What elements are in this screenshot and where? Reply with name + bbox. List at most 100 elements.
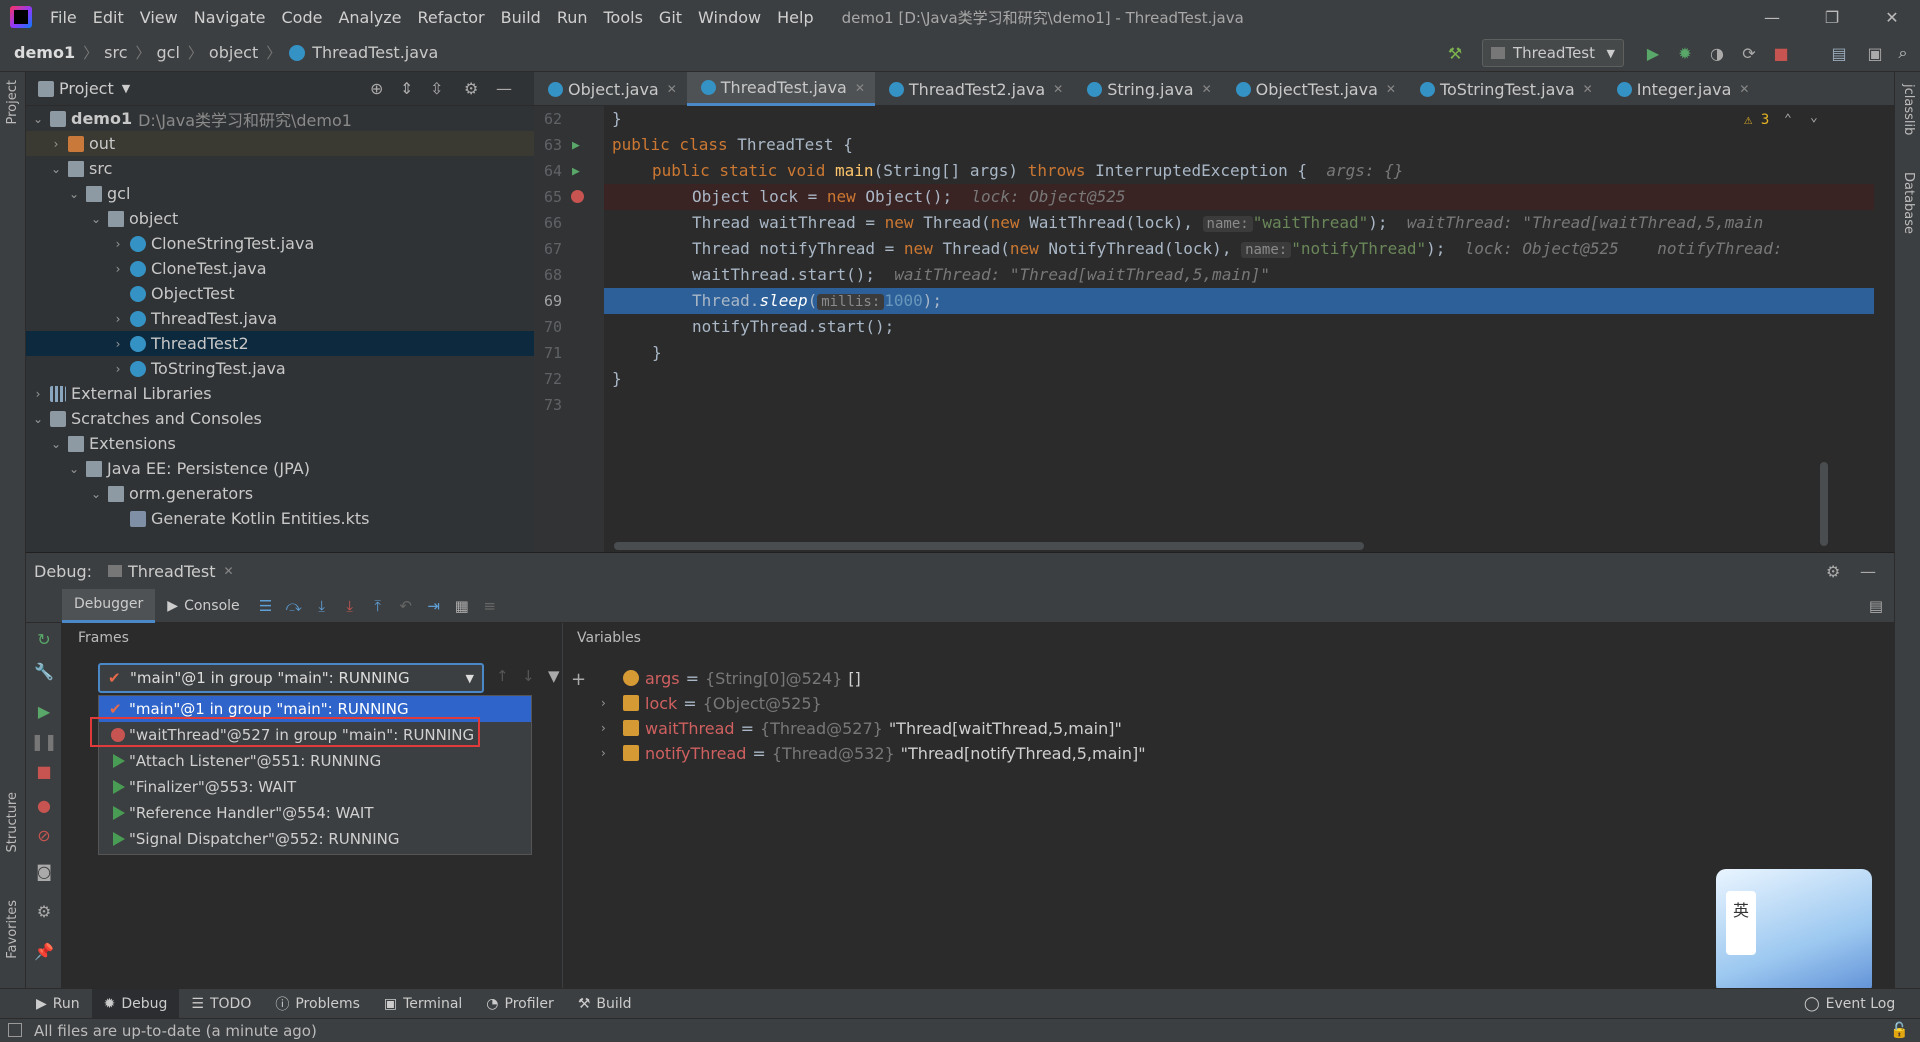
hide-panel-icon[interactable]: — (1860, 562, 1876, 581)
menu-window[interactable]: Window (690, 8, 769, 27)
gear-icon[interactable]: ⚙ (464, 79, 478, 98)
chevron-down-icon[interactable]: ⌄ (30, 112, 46, 126)
breadcrumb-gcl[interactable]: gcl (151, 43, 180, 62)
tree-item-tostringtest[interactable]: › ToStringTest.java (26, 356, 534, 381)
chevron-right-icon[interactable]: › (110, 312, 126, 326)
debug-session-tab[interactable]: ThreadTest (128, 562, 215, 581)
tab-object-java[interactable]: Object.java ✕ (534, 72, 687, 106)
evaluate-expression-icon[interactable]: ▦ (448, 592, 476, 620)
tree-item-threadtest[interactable]: › ThreadTest.java (26, 306, 534, 331)
horizontal-scrollbar[interactable] (614, 542, 1364, 550)
warning-icon[interactable]: ⚠ 3 (1744, 112, 1769, 128)
tree-item-clonetest[interactable]: › CloneTest.java (26, 256, 534, 281)
step-out-icon[interactable]: ⤒ (364, 592, 392, 620)
close-tab-icon[interactable]: ✕ (1202, 82, 1212, 96)
rerun-icon[interactable]: ↻ (30, 625, 58, 653)
variable-row[interactable]: › notifyThread = {Thread@532} "Thread[notify… (601, 740, 1146, 766)
breakpoint-icon[interactable] (571, 190, 584, 203)
debug-bug-icon[interactable]: ✹ (1674, 42, 1696, 64)
restore-icon[interactable]: ❐ (1802, 0, 1862, 34)
view-breakpoints-icon[interactable]: ● (30, 791, 58, 819)
tree-item-objecttest[interactable]: ObjectTest (26, 281, 534, 306)
menu-view[interactable]: View (132, 8, 186, 27)
ide-window-icon[interactable]: ▣ (1864, 42, 1886, 64)
breadcrumb-project[interactable]: demo1 (0, 43, 75, 62)
tool-tab-build[interactable]: ⚒ Build (566, 989, 644, 1019)
tree-item-scratches[interactable]: ⌄ Scratches and Consoles (26, 406, 534, 431)
tree-item-extensions[interactable]: ⌄ Extensions (26, 431, 534, 456)
add-watch-icon[interactable]: + (571, 669, 586, 690)
chevron-down-icon[interactable]: ▼ (122, 82, 130, 95)
ime-indicator[interactable]: 英 (1726, 891, 1756, 955)
close-tab-icon[interactable]: ✕ (223, 564, 233, 578)
jclasslib-tool-button[interactable]: jclasslib (1901, 84, 1916, 135)
tool-tab-profiler[interactable]: ◔ Profiler (474, 989, 566, 1019)
project-view-label[interactable]: Project (59, 79, 114, 98)
filter-icon[interactable]: ▼ (548, 667, 560, 685)
chevron-down-icon[interactable]: ⌄ (48, 437, 64, 451)
drop-frame-icon[interactable]: ↶ (392, 592, 420, 620)
run-to-cursor-icon[interactable]: ⇥ (420, 592, 448, 620)
variable-row[interactable]: › lock = {Object@525} (601, 690, 822, 716)
locate-icon[interactable]: ⊕ (370, 79, 383, 98)
chevron-right-icon[interactable]: › (601, 696, 606, 710)
project-structure-icon[interactable]: ▤ (1828, 42, 1850, 64)
tool-tab-todo[interactable]: ☰ TODO (179, 989, 263, 1019)
close-tab-icon[interactable]: ✕ (855, 81, 865, 95)
chevron-right-icon[interactable]: › (110, 337, 126, 351)
menu-refactor[interactable]: Refactor (410, 8, 493, 27)
menu-git[interactable]: Git (651, 8, 690, 27)
step-over-icon[interactable]: ⤼ (280, 592, 308, 620)
tab-console[interactable]: ▶ Console (155, 589, 251, 623)
chevron-right-icon[interactable]: › (601, 746, 606, 760)
menu-code[interactable]: Code (274, 8, 331, 27)
lock-icon[interactable]: 🔓 (1890, 1021, 1909, 1039)
breadcrumb-src[interactable]: src (98, 43, 127, 62)
stop-icon[interactable]: ■ (1770, 42, 1792, 64)
tree-item-external-libraries[interactable]: › External Libraries (26, 381, 534, 406)
step-into-icon[interactable]: ⤓ (308, 592, 336, 620)
code-editor[interactable]: 62 63 64 65 66 67 68 69 70 71 72 73 ▶ ▶ … (534, 106, 1894, 552)
coverage-icon[interactable]: ◑ (1706, 42, 1728, 64)
project-tool-button[interactable]: Project (5, 80, 20, 124)
tree-item-clonestringtest[interactable]: › CloneStringTest.java (26, 231, 534, 256)
tab-threadtest2-java[interactable]: ThreadTest2.java ✕ (875, 72, 1073, 106)
tree-item-out[interactable]: › out (26, 131, 534, 156)
tool-tab-debug[interactable]: ✹ Debug (91, 988, 180, 1019)
chevron-down-icon[interactable]: ⌄ (88, 487, 104, 501)
minimize-icon[interactable]: — (1742, 0, 1802, 34)
run-icon[interactable]: ▶ (1642, 42, 1664, 64)
close-tab-icon[interactable]: ✕ (1386, 82, 1396, 96)
menu-file[interactable]: File (42, 8, 85, 27)
tool-tab-terminal[interactable]: ▣ Terminal (372, 989, 474, 1019)
menu-navigate[interactable]: Navigate (186, 8, 274, 27)
close-icon[interactable]: ✕ (1862, 0, 1920, 34)
chevron-right-icon[interactable]: › (110, 262, 126, 276)
tree-item-threadtest2[interactable]: › ThreadTest2 (26, 331, 534, 356)
chevron-down-icon[interactable]: ⌄ (66, 187, 82, 201)
menu-help[interactable]: Help (769, 8, 821, 27)
chevron-right-icon[interactable]: › (110, 237, 126, 251)
tree-item-kotlin-entities[interactable]: Generate Kotlin Entities.kts (26, 506, 534, 531)
menu-analyze[interactable]: Analyze (330, 8, 409, 27)
close-tab-icon[interactable]: ✕ (667, 82, 677, 96)
close-tab-icon[interactable]: ✕ (1583, 82, 1593, 96)
wrench-icon[interactable]: 🔧 (30, 657, 58, 685)
tree-item-orm-generators[interactable]: ⌄ orm.generators (26, 481, 534, 506)
chevron-up-icon[interactable]: ⌃ (1784, 112, 1792, 127)
camera-icon[interactable]: ◙ (30, 857, 58, 885)
layout-icon[interactable]: ▤ (1862, 592, 1890, 620)
tool-tab-run[interactable]: ▶ Run (24, 989, 92, 1019)
show-execution-point-icon[interactable]: ☰ (252, 592, 280, 620)
run-gutter-icon[interactable]: ▶ (572, 138, 580, 153)
chevron-down-icon[interactable]: ⌄ (88, 212, 104, 226)
tab-objecttest-java[interactable]: ObjectTest.java ✕ (1222, 72, 1406, 106)
chevron-down-icon[interactable]: ⌄ (66, 462, 82, 476)
variable-row[interactable]: args = {String[0]@524}[] (623, 665, 861, 691)
close-tab-icon[interactable]: ✕ (1739, 82, 1749, 96)
menu-run[interactable]: Run (549, 8, 596, 27)
structure-tool-button[interactable]: Structure (5, 792, 20, 852)
tab-string-java[interactable]: String.java ✕ (1073, 72, 1221, 106)
arrow-down-icon[interactable]: ↓ (522, 667, 535, 685)
thread-item[interactable]: "Reference Handler"@554: WAIT (99, 800, 531, 826)
